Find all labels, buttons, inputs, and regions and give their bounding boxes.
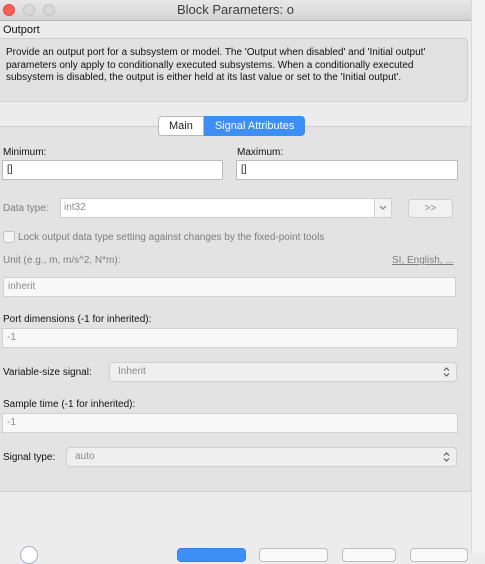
data-type-label: Data type: (3, 203, 49, 214)
port-dimensions-field[interactable]: -1 (2, 328, 458, 348)
parameters-panel (0, 126, 472, 492)
data-type-assistant-button[interactable]: >> (408, 199, 453, 218)
tab-bar: Main Signal Attributes (158, 116, 306, 136)
updown-arrow-icon (443, 452, 450, 462)
vertical-scrollbar[interactable] (471, 0, 485, 553)
tab-signal-attributes[interactable]: Signal Attributes (203, 116, 306, 136)
block-description: Provide an output port for a subsystem o… (6, 47, 426, 83)
apply-button[interactable] (410, 548, 468, 562)
updown-arrow-icon (443, 367, 450, 377)
unit-label: Unit (e.g., m, m/s^2, N*m): (3, 255, 121, 266)
maximum-label: Maximum: (237, 147, 284, 158)
block-parameters-dialog: Block Parameters: o Outport Provide an o… (0, 0, 472, 564)
maximum-field[interactable]: [] (236, 160, 458, 180)
title-bar[interactable]: Block Parameters: o (0, 0, 471, 21)
window-title: Block Parameters: o (176, 2, 295, 17)
signal-type-value: auto (75, 451, 95, 462)
data-type-combo[interactable]: int32 (60, 198, 392, 218)
port-dimensions-label: Port dimensions (-1 for inherited): (3, 314, 152, 325)
variable-size-select[interactable]: Inherit (109, 362, 457, 382)
block-type-name: Outport (3, 24, 40, 36)
sample-time-field[interactable]: -1 (2, 413, 458, 433)
description-panel: Provide an output port for a subsystem o… (0, 38, 468, 102)
data-type-value: int32 (64, 202, 86, 213)
cancel-button[interactable] (259, 548, 328, 562)
help-button[interactable] (342, 548, 396, 562)
variable-size-label: Variable-size signal: (3, 367, 92, 378)
lock-data-type-label: Lock output data type setting against ch… (18, 232, 325, 243)
unit-field[interactable]: inherit (3, 277, 456, 297)
lock-data-type-checkbox[interactable] (3, 231, 15, 243)
variable-size-value: Inherit (118, 366, 146, 377)
tab-main[interactable]: Main (158, 116, 204, 136)
minimum-field[interactable]: [] (2, 160, 223, 180)
chevron-down-icon[interactable] (374, 199, 391, 217)
help-icon[interactable] (20, 546, 38, 564)
minimum-label: Minimum: (3, 147, 47, 158)
ok-button[interactable] (177, 548, 246, 562)
signal-type-label: Signal type: (3, 452, 56, 463)
sample-time-label: Sample time (-1 for inherited): (3, 399, 136, 410)
unit-system-link[interactable]: SI, English, ... (392, 255, 454, 266)
signal-type-select[interactable]: auto (66, 447, 457, 467)
